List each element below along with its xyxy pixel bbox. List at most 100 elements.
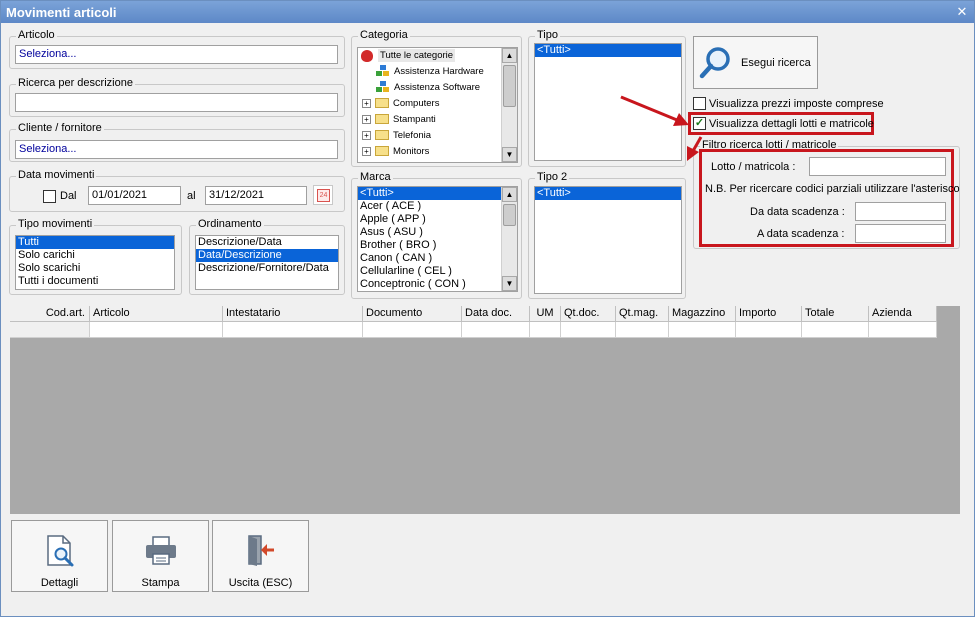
tree-item[interactable]: Assistenza Hardware: [358, 64, 517, 80]
grid-cell[interactable]: [530, 322, 561, 338]
grid-cell[interactable]: [669, 322, 736, 338]
results-grid[interactable]: Cod.art. Articolo Intestatario Documento…: [10, 306, 960, 514]
list-item[interactable]: Tutti i documenti: [16, 275, 174, 288]
uscita-button[interactable]: Uscita (ESC): [212, 520, 309, 592]
marca-scrollbar[interactable]: ▲ ▼: [501, 187, 517, 291]
tree-item-label: Tutte le categorie: [378, 49, 456, 62]
close-icon[interactable]: ✕: [954, 4, 970, 20]
scroll-down-icon[interactable]: ▼: [502, 276, 517, 291]
scroll-up-icon[interactable]: ▲: [502, 187, 517, 202]
grid-cell[interactable]: [561, 322, 616, 338]
dal-label: Dal: [60, 190, 77, 202]
esegui-ricerca-label: Esegui ricerca: [741, 57, 811, 69]
tree-item[interactable]: + Telefonia: [358, 128, 517, 144]
lotto-input[interactable]: [809, 157, 946, 176]
folder-icon: [375, 114, 389, 125]
column-header[interactable]: Intestatario: [223, 306, 363, 322]
list-item[interactable]: Data/Descrizione: [196, 249, 338, 262]
tree-item[interactable]: + Monitors: [358, 144, 517, 160]
list-item[interactable]: Asus ( ASU ): [358, 226, 517, 239]
scroll-down-icon[interactable]: ▼: [502, 147, 517, 162]
categoria-tree[interactable]: Tutte le categorie Assistenza Hardware A…: [357, 47, 518, 163]
document-search-icon: [47, 535, 74, 567]
grid-cell[interactable]: [802, 322, 869, 338]
column-header[interactable]: Data doc.: [462, 306, 530, 322]
ordinamento-group: Ordinamento Descrizione/Data Data/Descri…: [189, 218, 345, 295]
expand-icon[interactable]: +: [362, 130, 371, 140]
column-header[interactable]: Magazzino: [669, 306, 736, 322]
marca-list[interactable]: <Tutti> Acer ( ACE ) Apple ( APP ) Asus …: [357, 186, 518, 292]
a-data-input[interactable]: [855, 224, 946, 243]
row-indicator[interactable]: [10, 322, 90, 338]
da-data-input[interactable]: [855, 202, 946, 221]
grid-cell[interactable]: [90, 322, 223, 338]
list-item[interactable]: Descrizione/Data: [196, 236, 338, 249]
al-date-input[interactable]: 31/12/2021: [205, 186, 307, 205]
expand-icon[interactable]: +: [362, 146, 371, 156]
calendar-icon[interactable]: 24: [313, 185, 333, 205]
grid-cell[interactable]: [363, 322, 462, 338]
tree-item-label: Assistenza Software: [394, 82, 481, 93]
scroll-up-icon[interactable]: ▲: [502, 48, 517, 63]
grid-cell[interactable]: [869, 322, 937, 338]
column-header[interactable]: Importo: [736, 306, 802, 322]
marca-label: Marca: [358, 171, 393, 183]
tree-item[interactable]: + Computers: [358, 96, 517, 112]
column-header[interactable]: Totale: [802, 306, 869, 322]
list-item[interactable]: Tutti: [16, 236, 174, 249]
tree-item-label: Stampanti: [393, 114, 436, 125]
tree-item-root[interactable]: Tutte le categorie: [358, 48, 517, 64]
al-label: al: [187, 190, 196, 202]
dal-checkbox[interactable]: [43, 190, 56, 203]
tree-item[interactable]: + Stampanti: [358, 112, 517, 128]
list-item[interactable]: <Tutti>: [535, 44, 681, 57]
column-header[interactable]: Qt.mag.: [616, 306, 669, 322]
cliente-field[interactable]: Seleziona...: [15, 140, 338, 159]
list-item[interactable]: Conceptronic ( CON ): [358, 278, 517, 291]
list-item[interactable]: Solo carichi: [16, 249, 174, 262]
stampa-button[interactable]: Stampa: [112, 520, 209, 592]
column-header[interactable]: Azienda: [869, 306, 937, 322]
articolo-field[interactable]: Seleziona...: [15, 45, 338, 64]
ordinamento-label: Ordinamento: [196, 218, 264, 230]
list-item[interactable]: Brother ( BRO ): [358, 239, 517, 252]
expand-icon[interactable]: +: [362, 114, 371, 124]
list-item[interactable]: <Tutti>: [535, 187, 681, 200]
tipo2-list[interactable]: <Tutti>: [534, 186, 682, 294]
grid-cell[interactable]: [462, 322, 530, 338]
categoria-scrollbar[interactable]: ▲ ▼: [501, 48, 517, 162]
list-item[interactable]: Apple ( APP ): [358, 213, 517, 226]
column-header[interactable]: UM: [530, 306, 561, 322]
column-header[interactable]: Articolo: [90, 306, 223, 322]
stampa-label: Stampa: [141, 577, 180, 589]
list-item[interactable]: Descrizione/Fornitore/Data: [196, 262, 338, 275]
dettagli-button[interactable]: Dettagli: [11, 520, 108, 592]
list-item[interactable]: Acer ( ACE ): [358, 200, 517, 213]
list-item[interactable]: <Tutti>: [358, 187, 517, 200]
folder-icon: [375, 130, 389, 141]
tipo-movimenti-list[interactable]: Tutti Solo carichi Solo scarichi Tutti i…: [15, 235, 175, 290]
grid-cell[interactable]: [736, 322, 802, 338]
grid-cell[interactable]: [616, 322, 669, 338]
scroll-thumb[interactable]: [503, 204, 516, 226]
list-item[interactable]: Canon ( CAN ): [358, 252, 517, 265]
uscita-label: Uscita (ESC): [228, 577, 293, 589]
tree-item[interactable]: Assistenza Software: [358, 80, 517, 96]
lotto-label: Lotto / matricola :: [711, 161, 796, 173]
title-bar: Movimenti articoli ✕: [1, 1, 974, 23]
esegui-ricerca-button[interactable]: Esegui ricerca: [693, 36, 818, 89]
column-header[interactable]: Cod.art.: [10, 306, 90, 322]
scroll-thumb[interactable]: [503, 65, 516, 107]
ricerca-input[interactable]: [15, 93, 338, 112]
grid-cell[interactable]: [223, 322, 363, 338]
dal-date-input[interactable]: 01/01/2021: [88, 186, 181, 205]
categoria-label: Categoria: [358, 29, 410, 41]
expand-icon[interactable]: +: [362, 98, 371, 108]
list-item[interactable]: Solo scarichi: [16, 262, 174, 275]
ricerca-group: Ricerca per descrizione: [9, 77, 345, 117]
list-item[interactable]: Cellularline ( CEL ): [358, 265, 517, 278]
ordinamento-list[interactable]: Descrizione/Data Data/Descrizione Descri…: [195, 235, 339, 290]
tipo-movimenti-group: Tipo movimenti Tutti Solo carichi Solo s…: [9, 218, 182, 295]
column-header[interactable]: Qt.doc.: [561, 306, 616, 322]
column-header[interactable]: Documento: [363, 306, 462, 322]
